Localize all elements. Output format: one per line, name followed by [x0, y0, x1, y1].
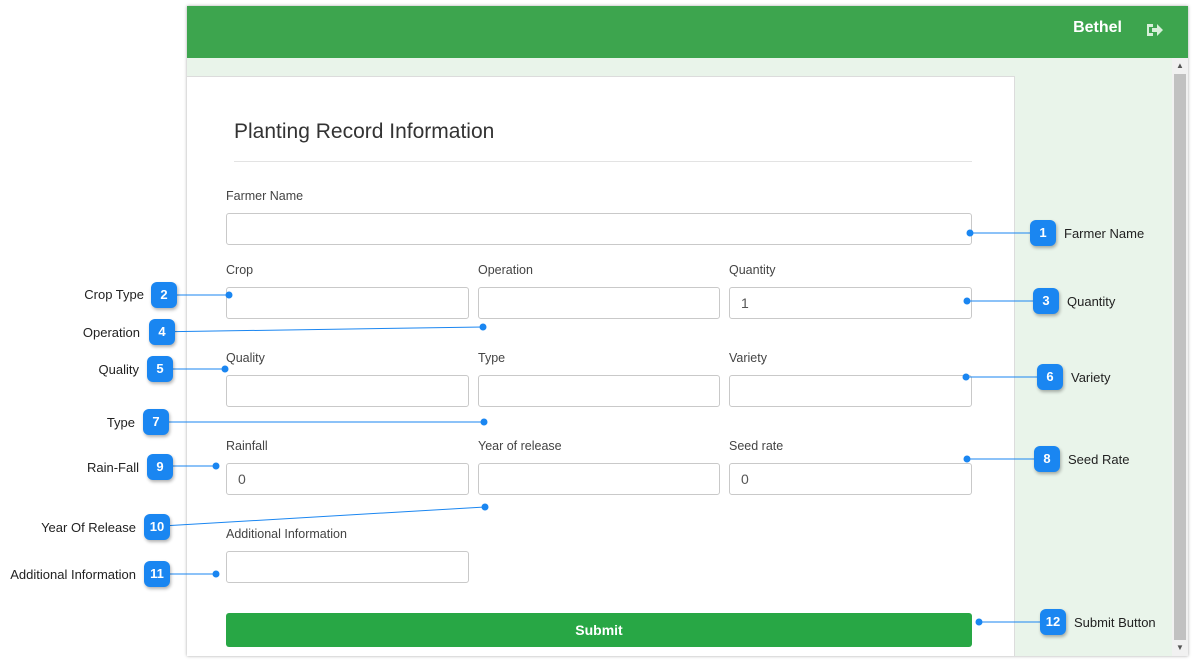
callout-label-11: Additional Information: [10, 567, 136, 582]
callout-badge-11: 11: [144, 561, 170, 587]
anchor-dot-2: [225, 291, 233, 299]
connector-10: [144, 506, 486, 528]
callout-badge-5: 5: [147, 356, 173, 382]
callout-label-4: Operation: [82, 325, 140, 340]
anchor-dot-5: [221, 365, 229, 373]
anchor-dot-7: [480, 418, 488, 426]
callout-badge-1: 1: [1030, 220, 1056, 246]
anchor-dot-12: [975, 618, 983, 626]
callout-label-9: Rain-Fall: [86, 460, 139, 475]
callout-label-5: Quality: [98, 362, 139, 377]
callout-badge-9: 9: [147, 454, 173, 480]
anchor-dot-8: [963, 455, 971, 463]
callout-badge-3: 3: [1033, 288, 1059, 314]
anchor-dot-6: [962, 373, 970, 381]
connector-4: [150, 326, 484, 333]
callout-label-12: Submit Button: [1074, 615, 1156, 630]
callout-label-8: Seed Rate: [1068, 452, 1130, 467]
anchor-dot-11: [212, 570, 220, 578]
anchor-dot-1: [966, 229, 974, 237]
anchor-dot-3: [963, 297, 971, 305]
callout-label-7: Type: [106, 415, 135, 430]
callout-badge-2: 2: [151, 282, 177, 308]
callout-label-6: Variety: [1071, 370, 1111, 385]
callout-connector-lines: [144, 229, 1040, 626]
callout-badge-12: 12: [1040, 609, 1066, 635]
anchor-dot-4: [479, 323, 487, 331]
callout-badge-8: 8: [1034, 446, 1060, 472]
anchor-dot-9: [212, 462, 220, 470]
callout-label-2: Crop Type: [84, 287, 144, 302]
anchor-dot-10: [481, 503, 489, 511]
callout-badge-7: 7: [143, 409, 169, 435]
callout-badge-6: 6: [1037, 364, 1063, 390]
callout-label-10: Year Of Release: [41, 520, 136, 535]
callout-label-3: Quantity: [1067, 294, 1116, 309]
callout-label-1: Farmer Name: [1064, 226, 1145, 241]
callout-badge-10: 10: [144, 514, 170, 540]
callout-badge-4: 4: [149, 319, 175, 345]
